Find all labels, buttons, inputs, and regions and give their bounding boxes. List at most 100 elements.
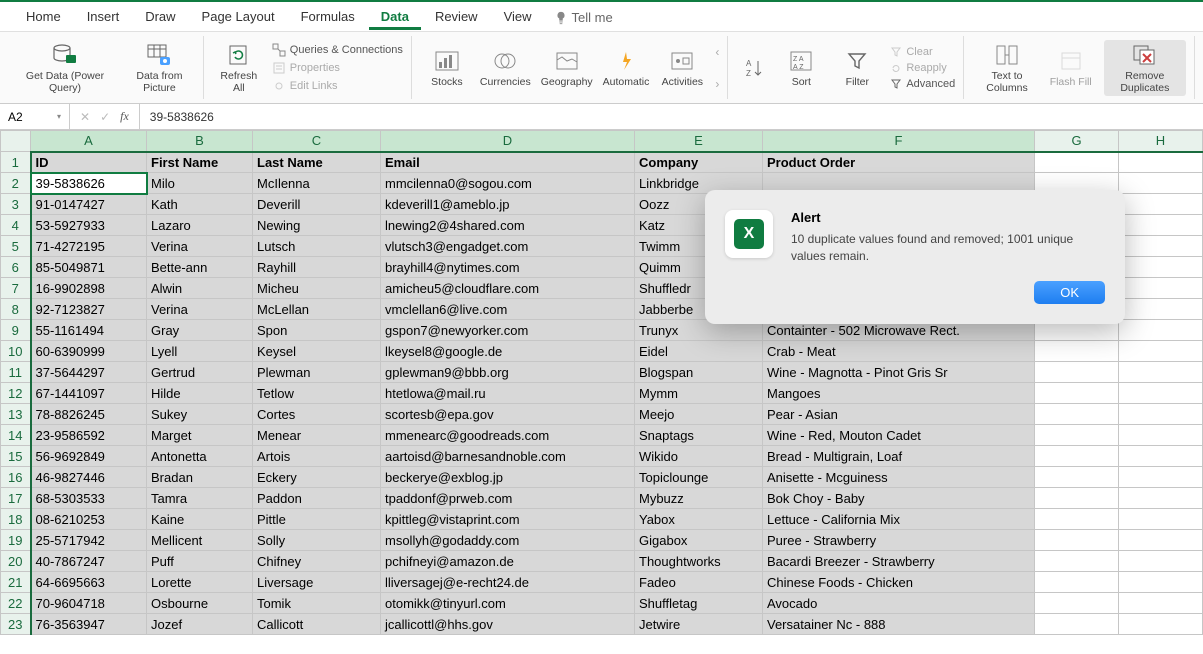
- cell[interactable]: Lutsch: [253, 236, 381, 257]
- row-header[interactable]: 6: [1, 257, 31, 278]
- cell[interactable]: jcallicottl@hhs.gov: [381, 614, 635, 635]
- column-header-G[interactable]: G: [1035, 131, 1119, 152]
- row-header[interactable]: 12: [1, 383, 31, 404]
- cell[interactable]: 08-6210253: [31, 509, 147, 530]
- cell[interactable]: 37-5644297: [31, 362, 147, 383]
- cell[interactable]: Liversage: [253, 572, 381, 593]
- cell[interactable]: [1119, 467, 1203, 488]
- cell[interactable]: 23-9586592: [31, 425, 147, 446]
- cell[interactable]: Verina: [147, 236, 253, 257]
- row-header[interactable]: 2: [1, 173, 31, 194]
- properties-button[interactable]: Properties: [272, 61, 403, 75]
- cell[interactable]: Wine - Red, Mouton Cadet: [763, 425, 1035, 446]
- cell[interactable]: Mymm: [635, 383, 763, 404]
- cell[interactable]: Chifney: [253, 551, 381, 572]
- row-header[interactable]: 1: [1, 152, 31, 173]
- row-header[interactable]: 4: [1, 215, 31, 236]
- cell[interactable]: Artois: [253, 446, 381, 467]
- cell[interactable]: Keysel: [253, 341, 381, 362]
- cell[interactable]: Lyell: [147, 341, 253, 362]
- cell[interactable]: Gigabox: [635, 530, 763, 551]
- cell[interactable]: Callicott: [253, 614, 381, 635]
- cell[interactable]: [1035, 509, 1119, 530]
- column-header-E[interactable]: E: [635, 131, 763, 152]
- cell[interactable]: Puff: [147, 551, 253, 572]
- cell[interactable]: Pear - Asian: [763, 404, 1035, 425]
- cell[interactable]: gspon7@newyorker.com: [381, 320, 635, 341]
- cell[interactable]: Lorette: [147, 572, 253, 593]
- cell[interactable]: [1035, 425, 1119, 446]
- cell[interactable]: Gertrud: [147, 362, 253, 383]
- row-header[interactable]: 8: [1, 299, 31, 320]
- cell[interactable]: [1035, 341, 1119, 362]
- cell[interactable]: [1119, 194, 1203, 215]
- cell[interactable]: Mangoes: [763, 383, 1035, 404]
- cell[interactable]: Cortes: [253, 404, 381, 425]
- row-header[interactable]: 23: [1, 614, 31, 635]
- cell[interactable]: vmclellan6@live.com: [381, 299, 635, 320]
- cell[interactable]: Meejo: [635, 404, 763, 425]
- cell[interactable]: Jetwire: [635, 614, 763, 635]
- cell[interactable]: [1035, 593, 1119, 614]
- filter-button[interactable]: Filter: [834, 48, 880, 88]
- cell[interactable]: Crab - Meat: [763, 341, 1035, 362]
- row-header[interactable]: 10: [1, 341, 31, 362]
- header-cell[interactable]: [1119, 152, 1203, 173]
- cell[interactable]: [1119, 236, 1203, 257]
- cell[interactable]: vlutsch3@engadget.com: [381, 236, 635, 257]
- cell[interactable]: Marget: [147, 425, 253, 446]
- cell[interactable]: Spon: [253, 320, 381, 341]
- header-cell[interactable]: First Name: [147, 152, 253, 173]
- cell[interactable]: [1119, 257, 1203, 278]
- cell[interactable]: aartoisd@barnesandnoble.com: [381, 446, 635, 467]
- cell[interactable]: Solly: [253, 530, 381, 551]
- cell[interactable]: beckerye@exblog.jp: [381, 467, 635, 488]
- cell[interactable]: brayhill4@nytimes.com: [381, 257, 635, 278]
- cell[interactable]: 64-6695663: [31, 572, 147, 593]
- cell[interactable]: Puree - Strawberry: [763, 530, 1035, 551]
- cell[interactable]: 78-8826245: [31, 404, 147, 425]
- flash-fill-button[interactable]: Flash Fill: [1048, 48, 1094, 88]
- row-header[interactable]: 22: [1, 593, 31, 614]
- cell[interactable]: 91-0147427: [31, 194, 147, 215]
- cell[interactable]: Milo: [147, 173, 253, 194]
- cell[interactable]: Mellicent: [147, 530, 253, 551]
- row-header[interactable]: 17: [1, 488, 31, 509]
- cell[interactable]: [1119, 404, 1203, 425]
- cell[interactable]: scortesb@epa.gov: [381, 404, 635, 425]
- cell[interactable]: 68-5303533: [31, 488, 147, 509]
- column-header-D[interactable]: D: [381, 131, 635, 152]
- cell[interactable]: Pittle: [253, 509, 381, 530]
- column-header-A[interactable]: A: [31, 131, 147, 152]
- cell[interactable]: [1119, 383, 1203, 404]
- cell[interactable]: [1035, 446, 1119, 467]
- row-header[interactable]: 21: [1, 572, 31, 593]
- header-cell[interactable]: Company: [635, 152, 763, 173]
- automatic-button[interactable]: Automatic: [603, 48, 650, 88]
- cell[interactable]: Eckery: [253, 467, 381, 488]
- cell[interactable]: McIlenna: [253, 173, 381, 194]
- cell[interactable]: [1119, 320, 1203, 341]
- cell[interactable]: kpittleg@vistaprint.com: [381, 509, 635, 530]
- cell[interactable]: Antonetta: [147, 446, 253, 467]
- cell[interactable]: [1119, 488, 1203, 509]
- cell[interactable]: Snaptags: [635, 425, 763, 446]
- column-header-F[interactable]: F: [763, 131, 1035, 152]
- cell[interactable]: Anisette - Mcguiness: [763, 467, 1035, 488]
- cell[interactable]: 39-5838626: [31, 173, 147, 194]
- row-header[interactable]: 20: [1, 551, 31, 572]
- cell[interactable]: Thoughtworks: [635, 551, 763, 572]
- cell[interactable]: Tetlow: [253, 383, 381, 404]
- cell[interactable]: Newing: [253, 215, 381, 236]
- clear-filter-button[interactable]: Clear: [890, 46, 955, 58]
- cell[interactable]: Tamra: [147, 488, 253, 509]
- cell[interactable]: [1119, 572, 1203, 593]
- cell[interactable]: Tomik: [253, 593, 381, 614]
- tab-page-layout[interactable]: Page Layout: [190, 5, 287, 30]
- cell[interactable]: [1119, 215, 1203, 236]
- cell[interactable]: Hilde: [147, 383, 253, 404]
- sort-button[interactable]: Z AA ZSort: [778, 48, 824, 88]
- cell[interactable]: Kaine: [147, 509, 253, 530]
- cell[interactable]: lliversagej@e-recht24.de: [381, 572, 635, 593]
- cell[interactable]: [1119, 551, 1203, 572]
